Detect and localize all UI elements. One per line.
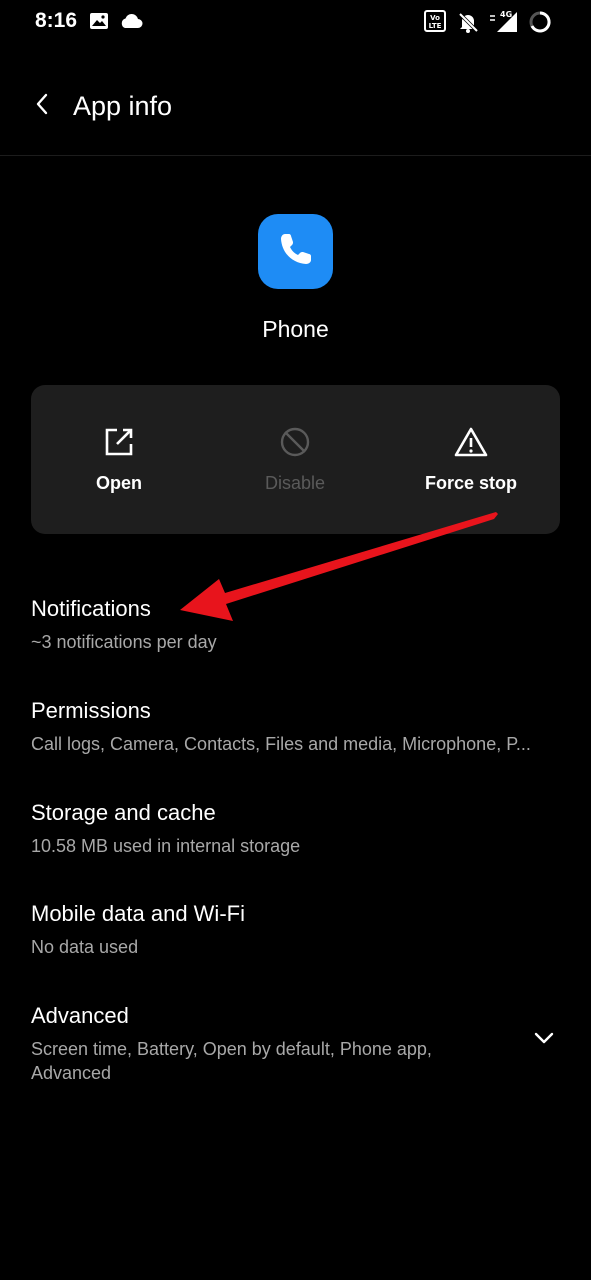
back-button[interactable] <box>24 88 60 124</box>
item-title: Permissions <box>31 698 151 723</box>
notifications-item[interactable]: Notifications ~3 notifications per day <box>31 596 576 654</box>
item-summary: No data used <box>31 937 139 957</box>
cloud-icon <box>119 13 143 34</box>
item-title: Advanced <box>31 1003 129 1028</box>
svg-text:Vo: Vo <box>430 14 440 22</box>
warning-triangle-icon <box>454 425 488 459</box>
battery-ring-icon <box>528 10 552 39</box>
item-title: Storage and cache <box>31 800 216 825</box>
disable-label: Disable <box>264 473 326 493</box>
action-card: Open Disable Force stop <box>31 385 560 534</box>
item-summary: ~3 notifications per day <box>31 632 217 652</box>
item-summary: Screen time, Battery, Open by default, P… <box>31 1039 432 1083</box>
app-bar: App info <box>0 60 591 156</box>
network-label: 4G <box>500 10 512 19</box>
item-summary: Call logs, Camera, Contacts, Files and m… <box>31 734 531 754</box>
open-external-icon <box>102 425 136 459</box>
open-button[interactable]: Open <box>31 385 207 534</box>
status-bar: 8:16 Vo LTE 4G <box>0 0 591 44</box>
status-time: 8:16 <box>35 9 78 32</box>
disable-circle-icon <box>278 425 312 459</box>
item-summary: 10.58 MB used in internal storage <box>31 836 301 856</box>
page-title: App info <box>73 91 173 121</box>
phone-handset-icon <box>276 229 316 274</box>
app-name: Phone <box>262 316 329 342</box>
chevron-left-icon <box>34 92 50 121</box>
force-stop-label: Force stop <box>424 473 517 493</box>
force-stop-button[interactable]: Force stop <box>383 385 559 534</box>
chevron-down-icon[interactable] <box>531 1027 557 1049</box>
item-title: Mobile data and Wi-Fi <box>31 901 245 926</box>
signal-4g-icon: 4G <box>487 8 519 39</box>
open-label: Open <box>95 473 142 493</box>
item-title: Notifications <box>31 596 151 621</box>
gallery-icon <box>89 11 109 36</box>
disable-button[interactable]: Disable <box>207 385 383 534</box>
mute-bell-icon <box>457 11 479 38</box>
svg-text:LTE: LTE <box>429 22 442 30</box>
permissions-item[interactable]: Permissions Call logs, Camera, Contacts,… <box>31 698 576 756</box>
volte-icon: Vo LTE <box>424 10 446 37</box>
mobile-data-item[interactable]: Mobile data and Wi-Fi No data used <box>31 901 576 959</box>
app-icon <box>258 214 333 289</box>
storage-and-cache-item[interactable]: Storage and cache 10.58 MB used in inter… <box>31 800 576 858</box>
advanced-item[interactable]: Advanced Screen time, Battery, Open by d… <box>31 1003 576 1085</box>
